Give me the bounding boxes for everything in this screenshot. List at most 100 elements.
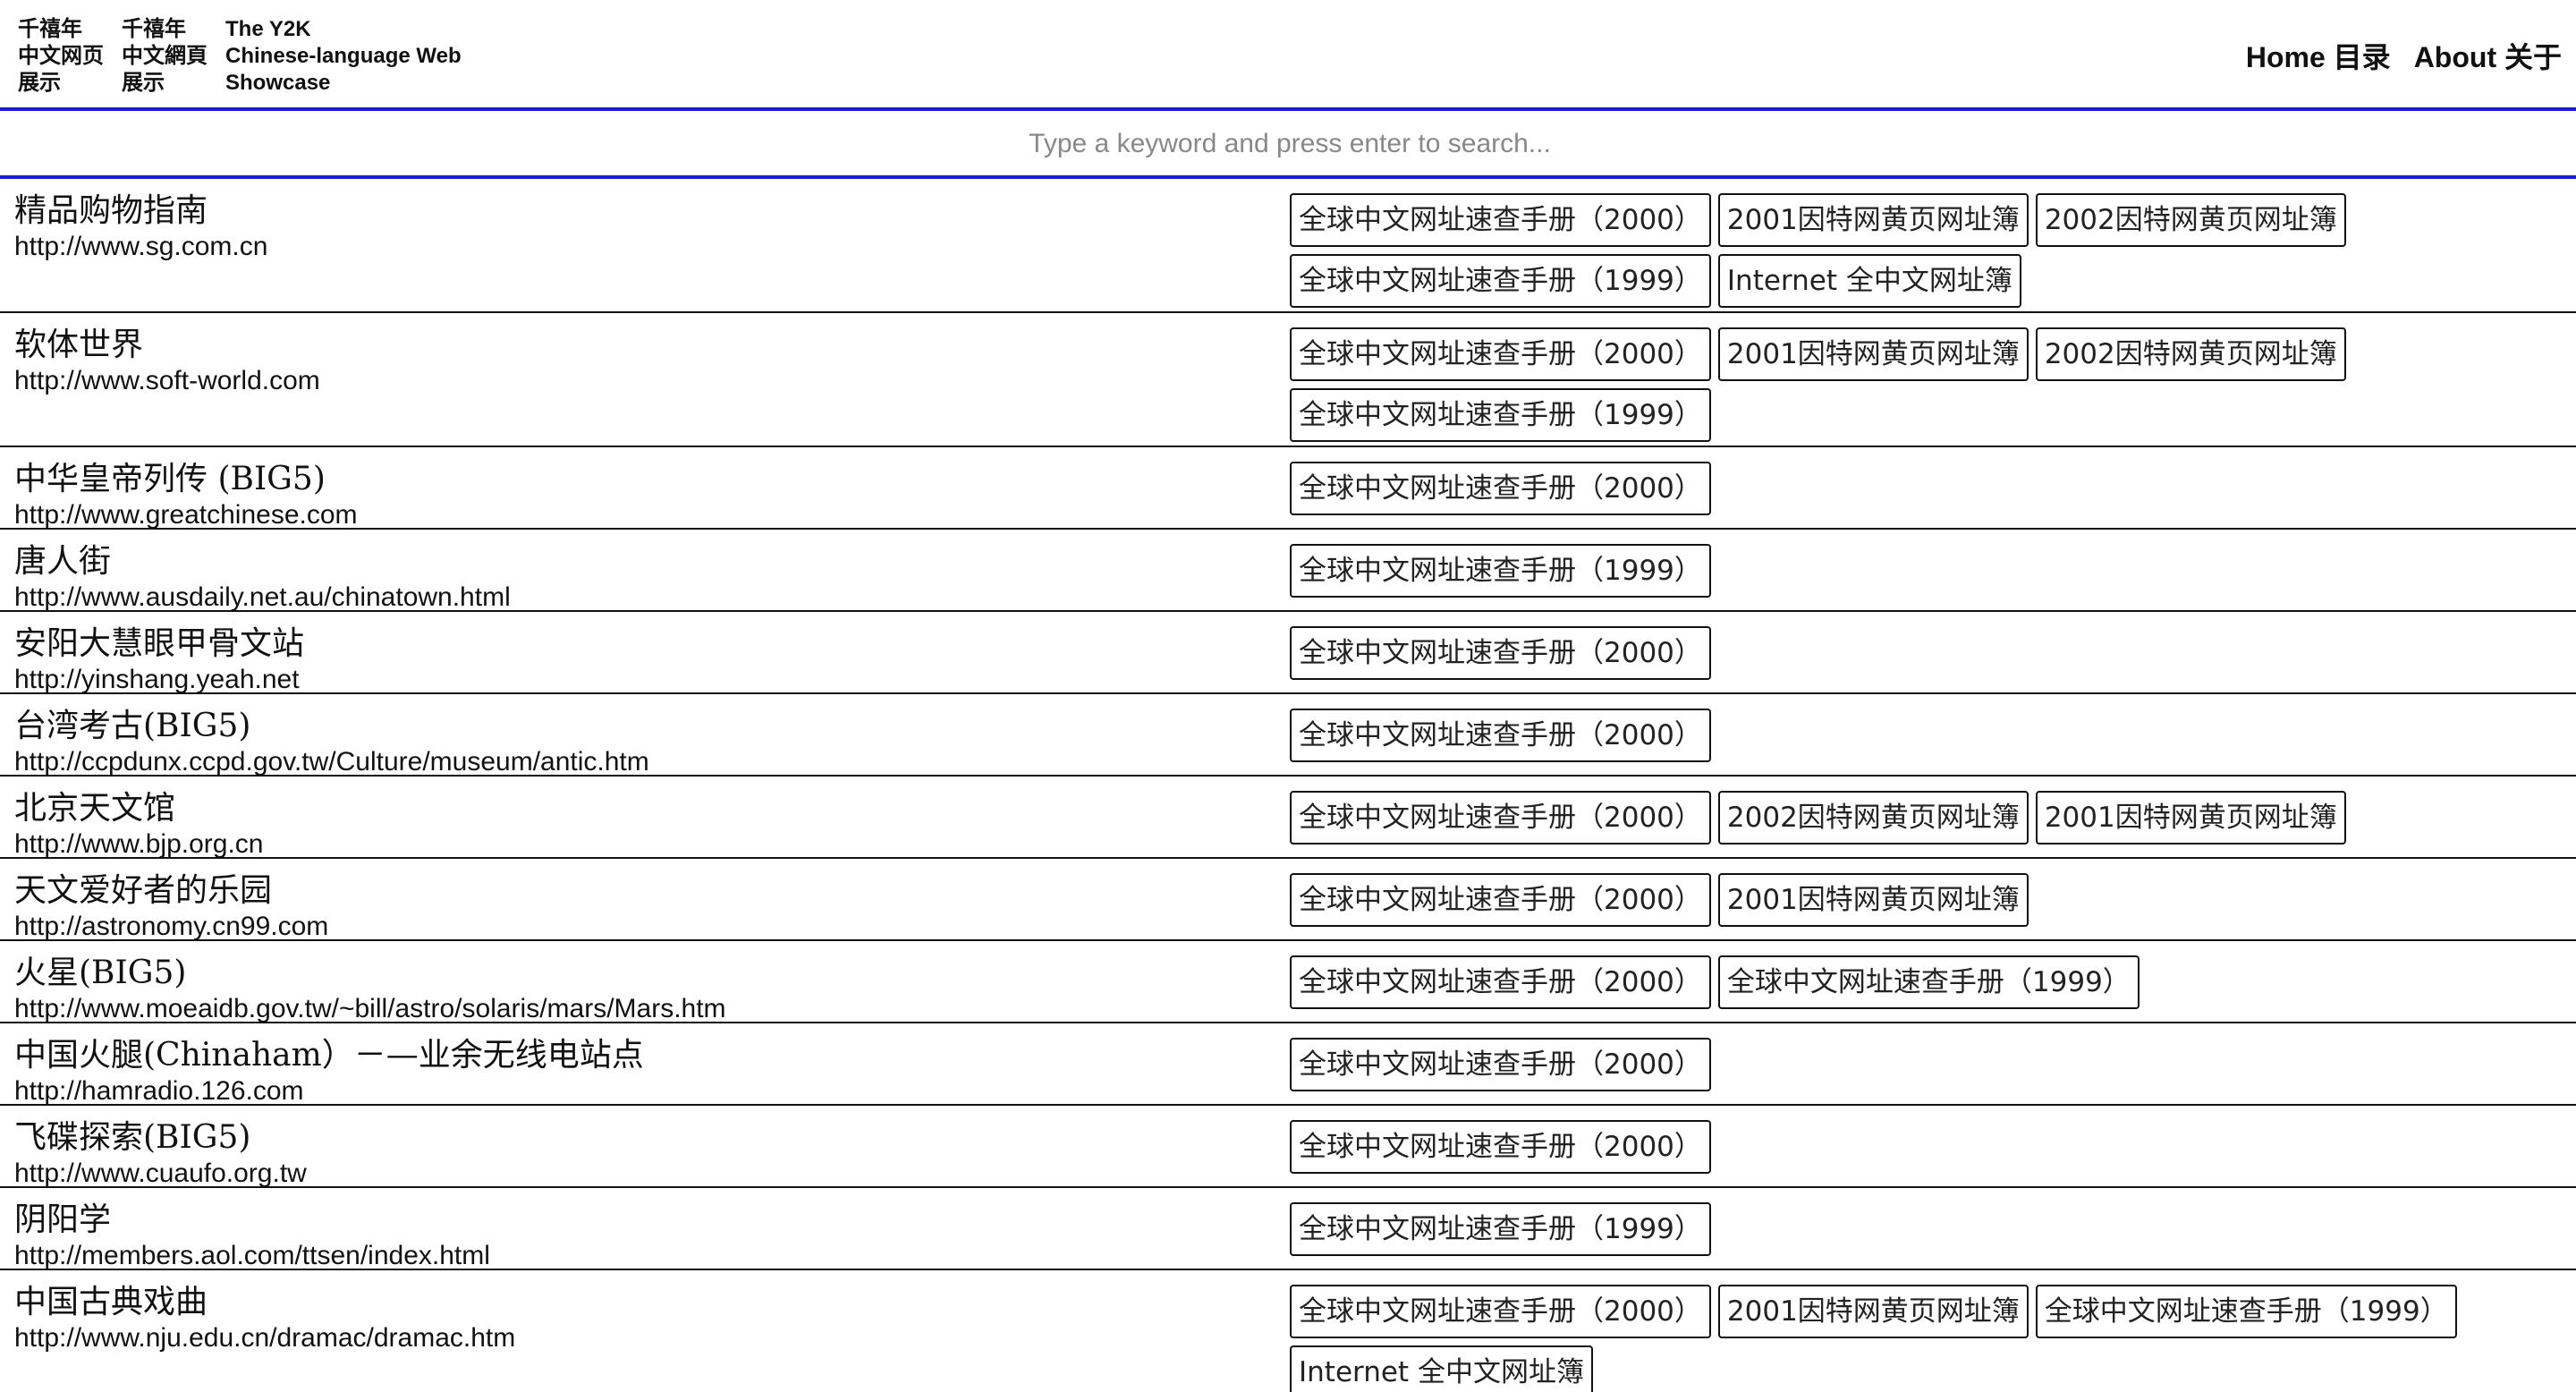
source-tags: 全球中文网址速查手册（2000） (1288, 1023, 2576, 1104)
logo-line: 展示 (122, 71, 165, 95)
logo-line: 中文网页 (18, 44, 104, 68)
source-tag-button[interactable]: 全球中文网址速查手册（1999） (2035, 1285, 2457, 1338)
site-info: 中华皇帝列传 (BIG5) http://www.greatchinese.co… (0, 447, 1288, 531)
nav-about-link[interactable]: About 关于 (2414, 38, 2562, 77)
source-tag-button[interactable]: 2002因特网黄页网址簿 (2035, 193, 2346, 247)
list-item: 飞碟探索(BIG5) http://www.cuaufo.org.tw 全球中文… (0, 1106, 2576, 1188)
site-title[interactable]: 软体世界 (14, 326, 1288, 365)
site-url[interactable]: http://www.soft-world.com (14, 365, 1288, 397)
source-tags: 全球中文网址速查手册（2000） (1288, 447, 2576, 528)
search-input[interactable] (0, 111, 2576, 177)
site-url[interactable]: http://www.greatchinese.com (14, 499, 1288, 531)
source-tag-button[interactable]: 全球中文网址速查手册（1999） (1717, 955, 2140, 1009)
source-tag-button[interactable]: 全球中文网址速查手册（2000） (1290, 955, 1711, 1009)
site-url[interactable]: http://www.cuaufo.org.tw (14, 1158, 1288, 1190)
list-item: 阴阳学 http://members.aol.com/ttsen/index.h… (0, 1188, 2576, 1270)
source-tag-button[interactable]: 全球中文网址速查手册（2000） (1290, 709, 1711, 762)
site-title[interactable]: 天文爱好者的乐园 (14, 871, 1288, 911)
source-tags: 全球中文网址速查手册（2000） (1288, 1106, 2576, 1186)
source-tag-button[interactable]: 全球中文网址速查手册（2000） (1290, 1038, 1711, 1091)
source-tags: 全球中文网址速查手册（2000） (1288, 612, 2576, 692)
list-item: 火星(BIG5) http://www.moeaidb.gov.tw/~bill… (0, 941, 2576, 1023)
source-tag-button[interactable]: 全球中文网址速查手册（2000） (1290, 873, 1711, 927)
logo-english[interactable]: The Y2K Chinese-language Web Showcase (225, 16, 462, 97)
source-tag-button[interactable]: 2001因特网黄页网址簿 (1717, 1285, 2029, 1338)
source-tag-button[interactable]: 全球中文网址速查手册（1999） (1290, 254, 1711, 308)
list-item: 唐人街 http://www.ausdaily.net.au/chinatown… (0, 530, 2576, 612)
site-info: 台湾考古(BIG5) http://ccpdunx.ccpd.gov.tw/Cu… (0, 694, 1288, 778)
logo-line: The Y2K (225, 17, 311, 41)
source-tag-button[interactable]: 全球中文网址速查手册（1999） (1290, 1202, 1711, 1256)
list-item: 中国火腿(Chinaham）－—业余无线电站点 http://hamradio.… (0, 1023, 2576, 1106)
site-info: 飞碟探索(BIG5) http://www.cuaufo.org.tw (0, 1106, 1288, 1188)
list-item: 软体世界 http://www.soft-world.com 全球中文网址速查手… (0, 313, 2576, 447)
source-tag-button[interactable]: 全球中文网址速查手册（2000） (1290, 1285, 1711, 1338)
source-tag-button[interactable]: 2002因特网黄页网址簿 (1717, 791, 2029, 845)
source-tag-button[interactable]: Internet 全中文网址簿 (1717, 254, 2021, 308)
source-tag-button[interactable]: 全球中文网址速查手册（1999） (1290, 544, 1711, 598)
logo-line: 中文網頁 (122, 44, 208, 68)
site-title[interactable]: 中国古典戏曲 (14, 1283, 1288, 1322)
site-url[interactable]: http://hamradio.126.com (14, 1075, 1288, 1108)
site-url[interactable]: http://astronomy.cn99.com (14, 911, 1288, 943)
site-info: 北京天文馆 http://www.bjp.org.cn (0, 777, 1288, 859)
source-tag-button[interactable]: 全球中文网址速查手册（2000） (1290, 327, 1711, 381)
site-title[interactable]: 台湾考古(BIG5) (14, 707, 1288, 746)
site-header: 千禧年 中文网页 展示 千禧年 中文網頁 展示 The Y2K Chinese-… (0, 0, 2576, 111)
source-tags: 全球中文网址速查手册（1999） (1288, 1188, 2576, 1269)
site-info: 安阳大慧眼甲骨文站 http://yinshang.yeah.net (0, 612, 1288, 694)
site-info: 阴阳学 http://members.aol.com/ttsen/index.h… (0, 1188, 1288, 1272)
source-tag-button[interactable]: 2001因特网黄页网址簿 (1717, 873, 2029, 927)
source-tag-button[interactable]: 全球中文网址速查手册（2000） (1290, 193, 1711, 247)
source-tag-button[interactable]: 全球中文网址速查手册（2000） (1290, 462, 1711, 515)
nav-home-link[interactable]: Home 目录 (2246, 38, 2391, 77)
site-url[interactable]: http://ccpdunx.ccpd.gov.tw/Culture/museu… (14, 746, 1288, 778)
site-info: 火星(BIG5) http://www.moeaidb.gov.tw/~bill… (0, 941, 1288, 1025)
site-info: 中国火腿(Chinaham）－—业余无线电站点 http://hamradio.… (0, 1023, 1288, 1106)
site-title[interactable]: 北京天文馆 (14, 789, 1288, 828)
source-tag-button[interactable]: Internet 全中文网址簿 (1290, 1345, 1593, 1392)
site-title[interactable]: 唐人街 (14, 542, 1288, 581)
list-item: 精品购物指南 http://www.sg.com.cn 全球中文网址速查手册（2… (0, 179, 2576, 313)
source-tag-button[interactable]: 全球中文网址速查手册（2000） (1290, 791, 1711, 845)
site-url[interactable]: http://members.aol.com/ttsen/index.html (14, 1240, 1288, 1272)
site-title[interactable]: 中国火腿(Chinaham）－—业余无线电站点 (14, 1036, 1288, 1075)
site-url[interactable]: http://www.sg.com.cn (14, 231, 1288, 263)
source-tag-button[interactable]: 全球中文网址速查手册（2000） (1290, 626, 1711, 680)
site-title[interactable]: 精品购物指南 (14, 191, 1288, 231)
source-tags: 全球中文网址速查手册（2000） (1288, 694, 2576, 775)
source-tags: 全球中文网址速查手册（2000） 2001因特网黄页网址簿 2002因特网黄页网… (1288, 313, 2576, 446)
source-tags: 全球中文网址速查手册（2000） 全球中文网址速查手册（1999） (1288, 941, 2576, 1022)
site-url[interactable]: http://www.ausdaily.net.au/chinatown.htm… (14, 581, 1288, 614)
site-title[interactable]: 飞碟探索(BIG5) (14, 1118, 1288, 1158)
list-item: 中国古典戏曲 http://www.nju.edu.cn/dramac/dram… (0, 1270, 2576, 1392)
site-url[interactable]: http://www.nju.edu.cn/dramac/dramac.htm (14, 1322, 1288, 1354)
logo-line: 千禧年 (18, 17, 82, 41)
source-tags: 全球中文网址速查手册（2000） 2001因特网黄页网址簿 2002因特网黄页网… (1288, 179, 2576, 311)
site-url[interactable]: http://www.bjp.org.cn (14, 828, 1288, 861)
listing: 精品购物指南 http://www.sg.com.cn 全球中文网址速查手册（2… (0, 179, 2576, 1392)
site-title[interactable]: 安阳大慧眼甲骨文站 (14, 624, 1288, 664)
source-tag-button[interactable]: 全球中文网址速查手册（2000） (1290, 1120, 1711, 1174)
source-tag-button[interactable]: 2001因特网黄页网址簿 (1717, 193, 2029, 247)
site-info: 精品购物指南 http://www.sg.com.cn (0, 179, 1288, 311)
logo-traditional[interactable]: 千禧年 中文網頁 展示 (122, 16, 208, 97)
site-info: 软体世界 http://www.soft-world.com (0, 313, 1288, 446)
logo-line: 千禧年 (122, 17, 186, 41)
source-tag-button[interactable]: 2001因特网黄页网址簿 (1717, 327, 2029, 381)
site-url[interactable]: http://www.moeaidb.gov.tw/~bill/astro/so… (14, 993, 1288, 1025)
page: 千禧年 中文网页 展示 千禧年 中文網頁 展示 The Y2K Chinese-… (0, 0, 2576, 1392)
list-item: 中华皇帝列传 (BIG5) http://www.greatchinese.co… (0, 447, 2576, 530)
site-url[interactable]: http://yinshang.yeah.net (14, 664, 1288, 696)
logo-line: Chinese-language Web (225, 44, 462, 68)
logo-simplified[interactable]: 千禧年 中文网页 展示 (18, 16, 104, 97)
site-title[interactable]: 中华皇帝列传 (BIG5) (14, 460, 1288, 499)
source-tag-button[interactable]: 全球中文网址速查手册（1999） (1290, 388, 1711, 442)
site-title[interactable]: 阴阳学 (14, 1201, 1288, 1240)
list-item: 北京天文馆 http://www.bjp.org.cn 全球中文网址速查手册（2… (0, 777, 2576, 859)
logo-line: 展示 (18, 71, 61, 95)
list-item: 天文爱好者的乐园 http://astronomy.cn99.com 全球中文网… (0, 859, 2576, 941)
site-title[interactable]: 火星(BIG5) (14, 954, 1288, 993)
source-tag-button[interactable]: 2001因特网黄页网址簿 (2035, 791, 2346, 845)
source-tag-button[interactable]: 2002因特网黄页网址簿 (2035, 327, 2346, 381)
